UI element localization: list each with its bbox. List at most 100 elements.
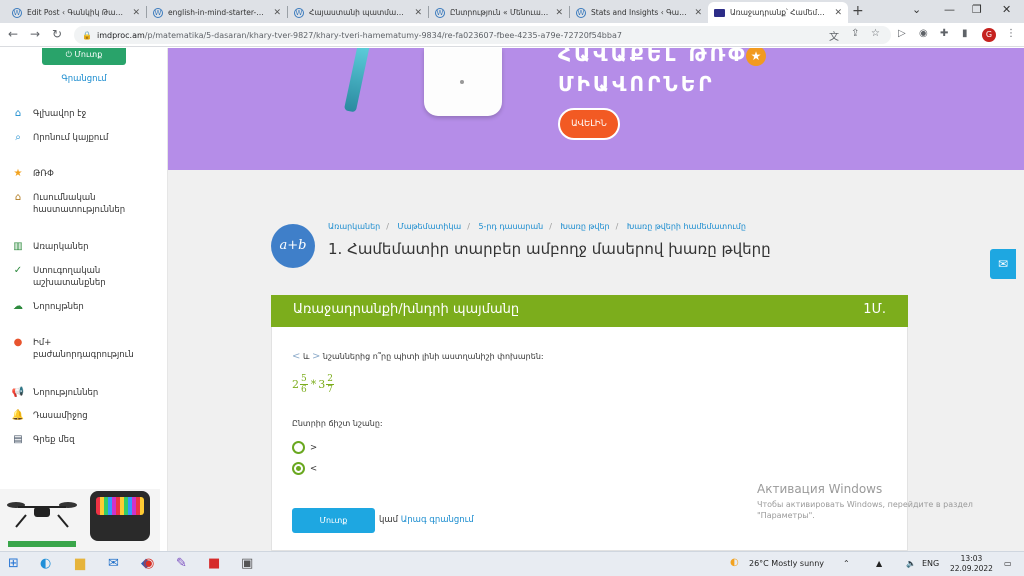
url-field[interactable]: 🔒 imdproc.am/p/matematika/5-dasaran/khar… bbox=[74, 26, 891, 44]
system-clock[interactable]: 13:03 22.09.2022 bbox=[950, 554, 993, 574]
extension-arrow-icon[interactable]: ▷ bbox=[898, 28, 906, 39]
back-icon[interactable]: ← bbox=[8, 27, 18, 41]
browser-tab[interactable]: W Ընտրություն « Մենուա Հ... ✕ bbox=[429, 2, 569, 23]
sidebar-item-search[interactable]: ⌕ Որոնում կայքում bbox=[11, 132, 108, 144]
paint-icon[interactable]: ✎ bbox=[176, 556, 187, 571]
breadcrumb-item[interactable]: Խառը թվեր bbox=[561, 222, 610, 231]
institution-icon: ⌂ bbox=[14, 192, 22, 203]
browser-tab[interactable]: W Edit Post ‹ Գանկիկ Թարգմ... ✕ bbox=[6, 2, 146, 23]
profile-avatar[interactable]: G bbox=[982, 28, 996, 42]
chrome-icon[interactable]: ◉ bbox=[143, 556, 154, 571]
option-label: > bbox=[310, 442, 318, 453]
share-icon[interactable]: ⇪ bbox=[851, 28, 859, 39]
sidebar-ad-image[interactable] bbox=[0, 489, 160, 551]
close-icon[interactable]: ✕ bbox=[132, 8, 140, 18]
mail-app-icon[interactable]: ✉ bbox=[108, 556, 119, 571]
option-greater[interactable]: > bbox=[292, 441, 317, 454]
network-icon[interactable]: ▲ bbox=[876, 559, 882, 568]
register-link[interactable]: Գրանցում bbox=[0, 74, 168, 84]
activation-line: Чтобы активировать Windows, перейдите в … bbox=[757, 500, 973, 509]
maximize-icon[interactable]: ❐ bbox=[972, 3, 982, 16]
radio-button-selected[interactable] bbox=[292, 462, 305, 475]
sidebar-item-subjects[interactable]: ▥ Առարկաներ bbox=[11, 241, 88, 253]
close-icon[interactable]: ✕ bbox=[834, 8, 842, 18]
translate-icon[interactable]: 文 bbox=[829, 28, 839, 43]
task-header-title: Առաջադրանքի/խնդրի պայմանը bbox=[293, 302, 520, 317]
sidebar-item-subscription[interactable]: ● Իմ+ բաժանորդագրություն bbox=[11, 337, 151, 361]
breadcrumb-item[interactable]: 5-րդ դասարան bbox=[478, 222, 543, 231]
app-icon[interactable]: ▣ bbox=[241, 556, 253, 571]
page-title: 1. Համեմատիր տարբեր ամբողջ մասերով խառը … bbox=[328, 240, 771, 258]
whole-part: 2 bbox=[292, 378, 299, 391]
mail-icon[interactable]: ✉ bbox=[990, 249, 1016, 279]
tab-search-icon[interactable]: ⌄ bbox=[912, 3, 921, 16]
browser-tab[interactable]: W Հայաստանի պատմավա... ✕ bbox=[288, 2, 428, 23]
numerator: 5 bbox=[300, 374, 308, 385]
sidebar-item-label: Նորություններ bbox=[33, 388, 99, 398]
sidebar-item-news[interactable]: 📢 Նորություններ bbox=[11, 387, 99, 399]
radio-button[interactable] bbox=[292, 441, 305, 454]
math-expression: 2 56 * 3 27 bbox=[292, 374, 335, 395]
extension-icon[interactable]: ◉ bbox=[919, 28, 928, 39]
windows-start-icon[interactable]: ⊞ bbox=[8, 556, 19, 571]
quick-register-link[interactable]: Արագ գրանցում bbox=[401, 515, 474, 525]
menu-dots-icon[interactable]: ⋮ bbox=[1006, 28, 1016, 39]
sidebar-item-label: Նորույթներ bbox=[33, 302, 84, 312]
reload-icon[interactable]: ↻ bbox=[52, 27, 62, 41]
task-question: < և > նշաններից ո՞րը պիտի լինի աստղանիշի… bbox=[292, 351, 544, 362]
close-icon[interactable]: ✕ bbox=[555, 8, 563, 18]
close-icon[interactable]: ✕ bbox=[694, 8, 702, 18]
banner-more-button[interactable]: ԱՎԵԼԻՆ bbox=[558, 108, 620, 140]
breadcrumb: Առարկաներ / Մաթեմատիկա/ 5-րդ դասարան / Խառ… bbox=[328, 222, 746, 231]
sidebar-item-updates[interactable]: ☁ Նորույթներ bbox=[11, 301, 84, 313]
tray-chevron-icon[interactable]: ⌃ bbox=[843, 559, 850, 568]
promo-banner[interactable]: ՀԱՎԱՔԵԼ ԹՌՓ ★ ՄԻԱՎՈՐՆԵՐ ԱՎԵԼԻՆ bbox=[168, 48, 1024, 170]
banner-subheadline: ՄԻԱՎՈՐՆԵՐ bbox=[558, 72, 715, 96]
breadcrumb-item[interactable]: Մաթեմատիկա bbox=[398, 222, 462, 231]
sidebar-item-home[interactable]: ⌂ Գլխավոր էջ bbox=[11, 108, 87, 120]
fraction: 27 bbox=[326, 374, 334, 395]
breadcrumb-item[interactable]: Խառը թվերի համեմատումը bbox=[627, 222, 746, 231]
sidebar: ⏻ Մուտք Գրանցում ⌂ Գլխավոր էջ ⌕ Որոնում կա… bbox=[0, 48, 168, 551]
sidebar-item-label: Ուսումնական հաստատություններ bbox=[33, 193, 126, 215]
volume-icon[interactable]: 🔈 bbox=[906, 559, 916, 568]
close-icon[interactable]: ✕ bbox=[273, 8, 281, 18]
login-button[interactable]: ⏻ Մուտք bbox=[42, 48, 126, 65]
recorder-icon[interactable]: ■ bbox=[208, 556, 220, 571]
file-explorer-icon[interactable]: ▆ bbox=[75, 556, 85, 571]
choose-instruction: Ընտրիր ճիշտ նշանը: bbox=[292, 419, 383, 428]
task-points: 1Մ. bbox=[863, 302, 886, 317]
drone-image bbox=[7, 502, 77, 528]
url-path: /p/matematika/5-dasaran/khary-tver-9827/… bbox=[144, 30, 622, 40]
breadcrumb-item[interactable]: Առարկաներ bbox=[328, 222, 380, 231]
close-window-icon[interactable]: ✕ bbox=[1002, 3, 1011, 16]
search-icon: ⌕ bbox=[15, 132, 21, 143]
weather-icon[interactable]: ◐ bbox=[730, 557, 739, 568]
bookmark-star-icon[interactable]: ☆ bbox=[871, 28, 880, 39]
minimize-icon[interactable]: — bbox=[944, 3, 955, 16]
submit-button[interactable]: Մուտք bbox=[292, 508, 375, 533]
side-panel-icon[interactable]: ▮ bbox=[962, 28, 968, 39]
sidebar-item-contact[interactable]: ▤ Գրեք մեզ bbox=[11, 434, 74, 446]
wordpress-icon: W bbox=[294, 7, 304, 18]
sidebar-item-break[interactable]: 🔔 Դասամիջոց bbox=[11, 410, 88, 422]
edge-icon[interactable]: ◐ bbox=[40, 556, 51, 571]
sidebar-item-institutions[interactable]: ⌂ Ուսումնական հաստատություններ bbox=[11, 192, 151, 216]
close-icon[interactable]: ✕ bbox=[414, 8, 422, 18]
sidebar-item-trp[interactable]: ★ ԹՌՓ bbox=[11, 168, 54, 180]
language-indicator[interactable]: ENG bbox=[922, 559, 939, 568]
new-tab-button[interactable]: + bbox=[852, 3, 864, 19]
puzzle-icon[interactable]: ✚ bbox=[940, 28, 948, 39]
notifications-icon[interactable]: ▭ bbox=[1004, 559, 1012, 568]
sidebar-item-tests[interactable]: ✓ Ստուգողական աշխատանքներ bbox=[11, 265, 141, 289]
forward-icon[interactable]: → bbox=[30, 27, 40, 41]
weather-text[interactable]: 26°C Mostly sunny bbox=[749, 559, 824, 568]
taskbar: ⊞ ◐ ▆ ✉ ◆ ◉ ✎ ■ ▣ ◐ 26°C Mostly sunny ⌃ … bbox=[0, 551, 1024, 576]
browser-tab[interactable]: Wenglish-in-mind-starter-1.p... ✕ bbox=[147, 2, 287, 23]
option-less[interactable]: < bbox=[292, 462, 317, 475]
ad-strip bbox=[8, 541, 76, 547]
browser-tab-active[interactable]: Առաջադրանք՝ Համեմա... ✕ bbox=[708, 2, 848, 23]
3d-pen-image bbox=[343, 48, 371, 113]
browser-tab[interactable]: W Stats and Insights ‹ Գանկի... ✕ bbox=[570, 2, 708, 23]
or-register: կամ Արագ գրանցում bbox=[379, 515, 474, 525]
